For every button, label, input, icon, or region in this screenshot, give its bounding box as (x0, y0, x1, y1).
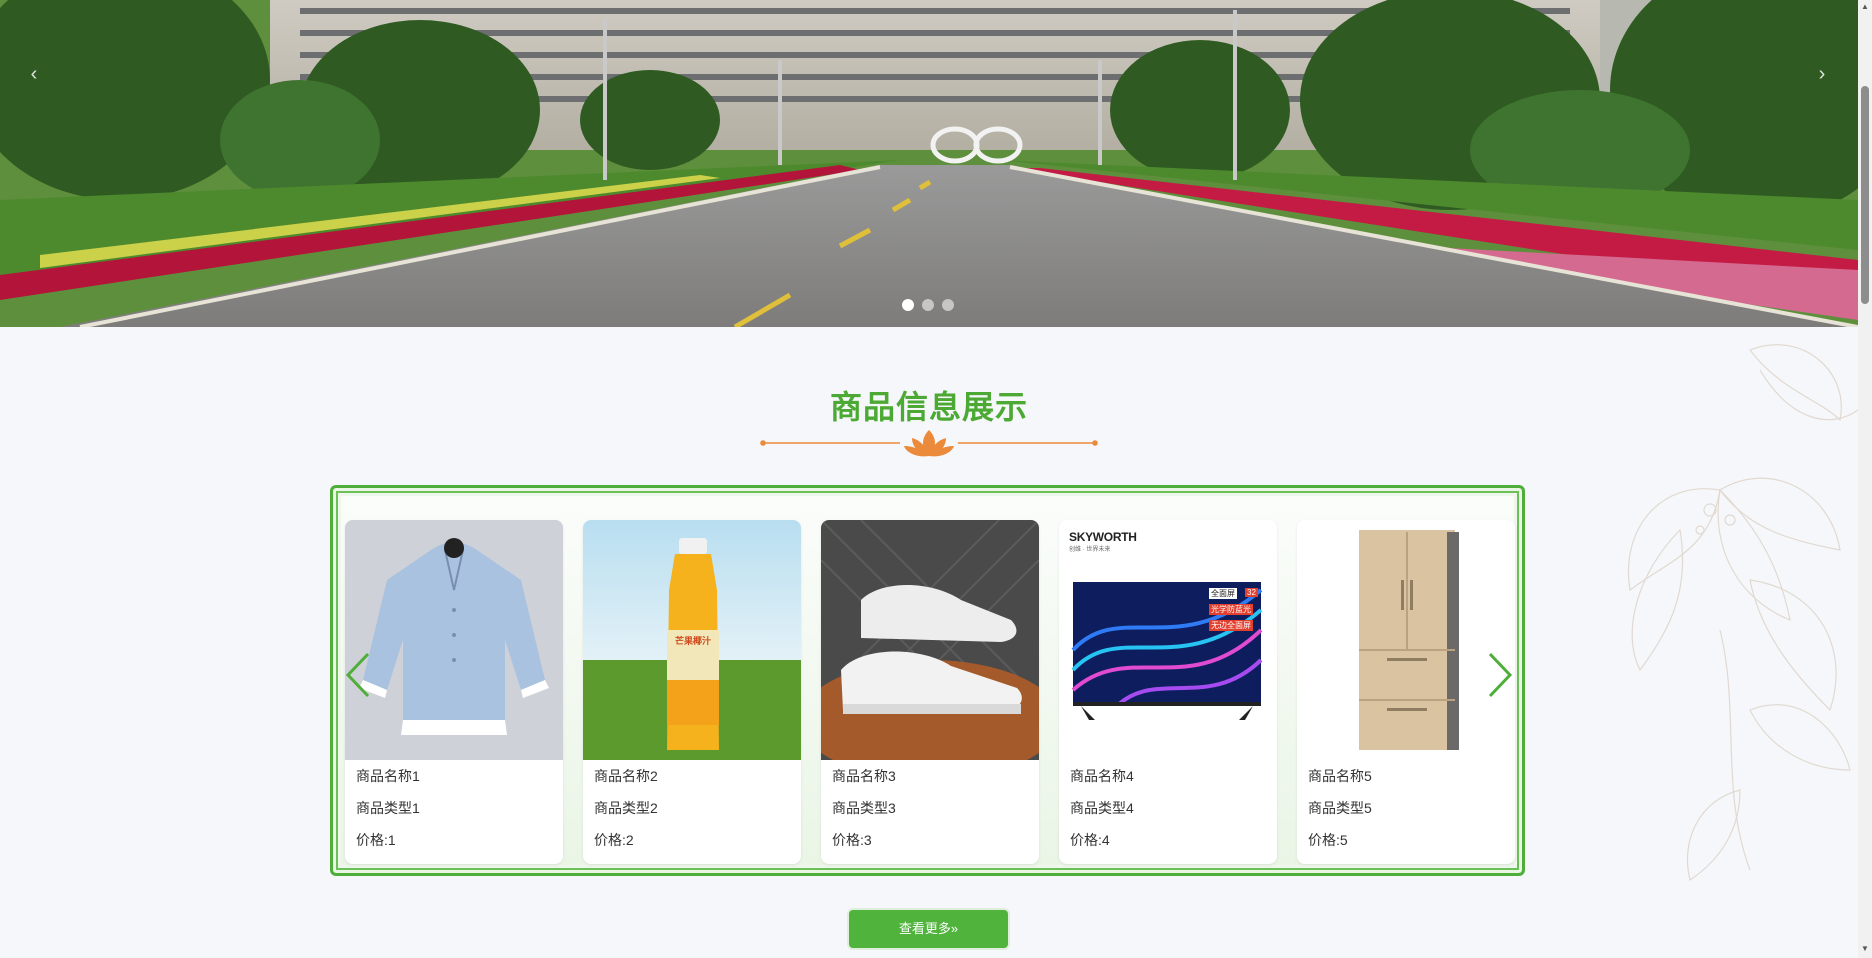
banner-dot-3[interactable] (942, 299, 954, 311)
product-card-1[interactable]: 商品名称1 商品类型1 价格:1 (345, 520, 563, 864)
banner-prev-arrow-icon[interactable]: ‹ (22, 62, 46, 86)
scroll-down-arrow-icon[interactable]: ▼ (1860, 944, 1870, 954)
tv-badge-1: 全面屏 (1209, 588, 1237, 599)
banner-dot-2[interactable] (922, 299, 934, 311)
product-price: 价格:1 (356, 832, 396, 848)
product-name: 商品名称3 (832, 768, 896, 784)
tv-size-badge: 32 (1245, 588, 1258, 597)
product-name: 商品名称1 (356, 768, 420, 784)
product-name: 商品名称5 (1308, 768, 1372, 784)
page-scrollbar[interactable]: ▲ ▼ (1858, 0, 1872, 958)
hero-banner[interactable]: ‹ › (0, 0, 1858, 327)
product-type: 商品类型1 (356, 800, 420, 816)
banner-next-arrow-icon[interactable]: › (1810, 62, 1834, 86)
product-name: 商品名称4 (1070, 768, 1134, 784)
tv-badge-3: 无边全面屏 (1209, 620, 1253, 631)
product-carousel-inner: 商品名称1 商品类型1 价格:1 芒果椰汁 商品名称2 商品类型2 价格:2 商… (341, 496, 1515, 865)
bottle-label: 芒果椰汁 (674, 636, 711, 646)
product-price: 价格:5 (1308, 832, 1348, 848)
product-card-5[interactable]: 商品名称5 商品类型5 价格:5 (1297, 520, 1515, 864)
scroll-up-arrow-icon[interactable]: ▲ (1860, 2, 1870, 12)
product-type: 商品类型4 (1070, 800, 1134, 816)
product-image-shirt (345, 520, 563, 760)
scrollbar-thumb[interactable] (1861, 86, 1869, 304)
product-image-juice: 芒果椰汁 (583, 520, 801, 760)
product-image-sneakers (821, 520, 1039, 760)
lotus-divider-icon (760, 430, 1098, 457)
product-price: 价格:2 (594, 832, 634, 848)
banner-dot-1[interactable] (902, 299, 914, 311)
product-type: 商品类型2 (594, 800, 658, 816)
product-type: 商品类型3 (832, 800, 896, 816)
product-name: 商品名称2 (594, 768, 658, 784)
product-image-tv: SKYWORTH 创维 · 世界未来 全面屏 32 光学防蓝光 无边全面屏 (1059, 520, 1277, 760)
product-card-4[interactable]: SKYWORTH 创维 · 世界未来 全面屏 32 光学防蓝光 无边全面屏 商品… (1059, 520, 1277, 864)
product-image-refrigerator (1297, 520, 1515, 760)
product-card-2[interactable]: 芒果椰汁 商品名称2 商品类型2 价格:2 (583, 520, 801, 864)
product-carousel: 商品名称1 商品类型1 价格:1 芒果椰汁 商品名称2 商品类型2 价格:2 商… (330, 485, 1525, 876)
tv-badge-2: 光学防蓝光 (1209, 604, 1253, 615)
banner-pagination (902, 299, 954, 311)
product-card-3[interactable]: 商品名称3 商品类型3 价格:3 (821, 520, 1039, 864)
carousel-prev-arrow-icon[interactable] (344, 650, 372, 700)
view-more-button[interactable]: 查看更多» (849, 910, 1008, 948)
carousel-next-arrow-icon[interactable] (1486, 650, 1514, 700)
section-title: 商品信息展示 (829, 389, 1028, 425)
product-price: 价格:4 (1070, 832, 1110, 848)
product-price: 价格:3 (832, 832, 872, 848)
campus-road-image (0, 0, 1858, 327)
product-type: 商品类型5 (1308, 800, 1372, 816)
